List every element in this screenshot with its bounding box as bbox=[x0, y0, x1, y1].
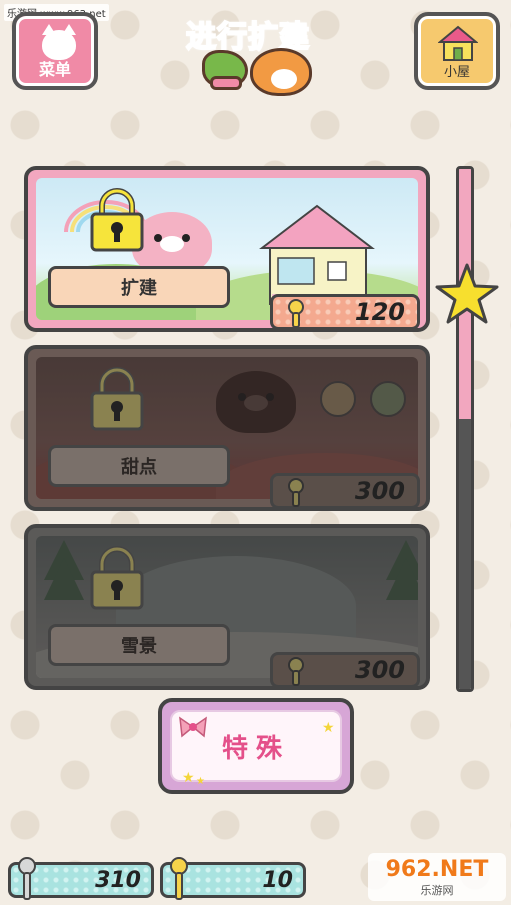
expansion-card-2[interactable]: 甜点 300 bbox=[24, 345, 430, 511]
special-button[interactable]: ★ ★ ★ 特殊 bbox=[158, 698, 354, 794]
card-name: 扩建 bbox=[48, 266, 230, 308]
star-icon: ★ bbox=[196, 776, 205, 787]
cost-plate: 300 bbox=[270, 473, 420, 507]
star-icon bbox=[435, 263, 499, 324]
key-icon bbox=[18, 857, 36, 900]
ribbon-icon bbox=[179, 716, 207, 738]
key-icon bbox=[288, 478, 304, 507]
progress-remaining bbox=[459, 418, 471, 689]
progress-track bbox=[456, 166, 474, 692]
menu-button[interactable]: 菜单 bbox=[12, 12, 98, 90]
special-label: 特殊 bbox=[221, 733, 290, 764]
cost-value: 300 bbox=[354, 477, 405, 505]
key-icon bbox=[288, 657, 304, 686]
hamster-icon bbox=[250, 48, 312, 96]
watermark-logo: 962.NET 乐游网 bbox=[368, 853, 506, 901]
silver-key-counter: 310 bbox=[8, 857, 154, 900]
card-name: 雪景 bbox=[48, 624, 230, 666]
gold-key-counter: 10 bbox=[160, 857, 306, 900]
watermark-sub: 乐游网 bbox=[420, 883, 454, 897]
gold-count: 10 bbox=[262, 867, 293, 893]
cost-plate: 120 bbox=[270, 294, 420, 328]
house-button[interactable]: 小屋 bbox=[414, 12, 500, 90]
title-area: 进行扩建 bbox=[180, 6, 330, 98]
star-icon: ★ bbox=[322, 720, 335, 736]
house-icon bbox=[438, 25, 478, 61]
cost-value: 300 bbox=[354, 656, 405, 684]
hammer-head bbox=[210, 76, 242, 90]
cost-value: 120 bbox=[354, 298, 405, 326]
expansion-card-3[interactable]: 雪景 300 bbox=[24, 524, 430, 690]
special-button-inner: ★ ★ ★ 特殊 bbox=[170, 710, 342, 787]
key-icon bbox=[288, 299, 304, 328]
cat-icon bbox=[42, 24, 76, 60]
star-icon: ★ bbox=[182, 770, 195, 786]
card-name: 甜点 bbox=[48, 445, 230, 487]
lock-icon bbox=[90, 546, 144, 610]
key-icon bbox=[170, 857, 188, 900]
watermark-main: 962.NET bbox=[385, 856, 489, 882]
silver-count: 310 bbox=[95, 867, 141, 893]
cost-plate: 300 bbox=[270, 652, 420, 686]
expansion-card-1[interactable]: 扩建 120 bbox=[24, 166, 430, 332]
lock-icon bbox=[90, 188, 144, 252]
lock-icon bbox=[90, 367, 144, 431]
